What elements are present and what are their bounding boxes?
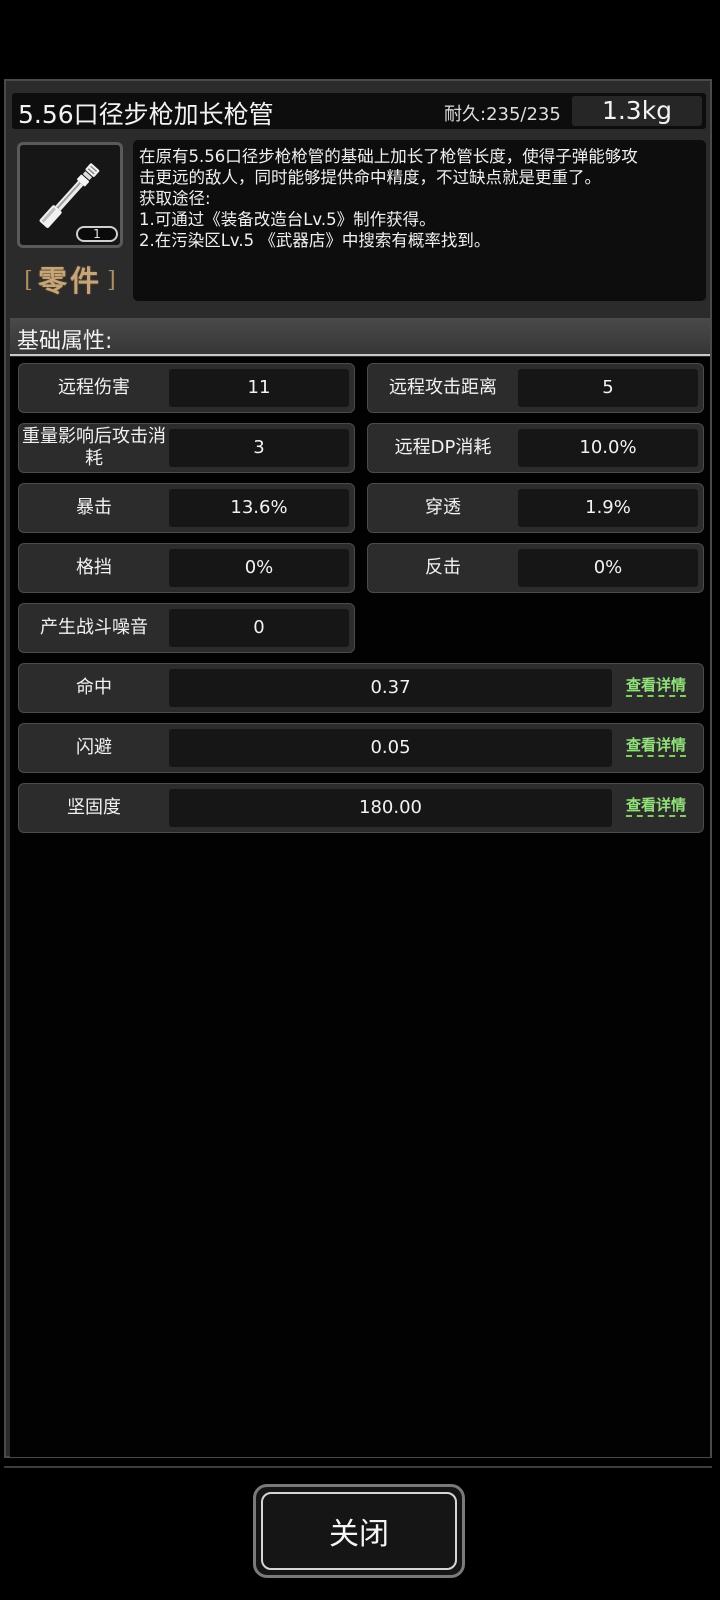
type-bracket-right: ] bbox=[107, 268, 116, 293]
stat-value: 1.9% bbox=[518, 489, 698, 527]
section-title: 基础属性: bbox=[17, 329, 113, 354]
view-details-link-accuracy[interactable]: 查看详情 bbox=[626, 676, 687, 697]
stat-label: 命中 bbox=[76, 677, 112, 698]
stat-evasion: 闪避 0.05 查看详情 bbox=[18, 723, 704, 773]
stat-value: 0.37 bbox=[169, 669, 612, 707]
stat-ranged-dp-cost: 远程DP消耗 10.0% bbox=[367, 423, 704, 473]
stat-critical: 暴击 13.6% bbox=[18, 483, 355, 533]
stat-counter: 反击 0% bbox=[367, 543, 704, 593]
stat-combat-noise: 产生战斗噪音 0 bbox=[18, 603, 355, 653]
stat-label: 坚固度 bbox=[67, 797, 121, 818]
stat-label: 反击 bbox=[425, 557, 461, 578]
item-type-label: [ 零件 ] bbox=[12, 258, 128, 300]
stat-value: 10.0% bbox=[518, 429, 698, 467]
stat-label: 暴击 bbox=[76, 497, 112, 518]
item-type-text: 零件 bbox=[37, 264, 102, 298]
attribute-list[interactable]: 远程伤害 11 远程攻击距离 5 重量影响后攻击消耗 3 远程DP消耗 10.0… bbox=[10, 357, 710, 1457]
stat-label: 重量影响后攻击消耗 bbox=[22, 426, 166, 469]
item-title-bar: 5.56口径步枪加长枪管 耐久:235/235 1.3kg bbox=[12, 93, 706, 129]
stat-label: 远程伤害 bbox=[58, 377, 130, 398]
item-description: 在原有5.56口径步枪枪管的基础上加长了枪管长度，使得子弹能够攻 击更远的敌人，… bbox=[133, 140, 706, 301]
close-button[interactable]: 关闭 bbox=[253, 1484, 465, 1578]
description-line: 在原有5.56口径步枪枪管的基础上加长了枪管长度，使得子弹能够攻 bbox=[139, 147, 638, 166]
stat-value: 3 bbox=[169, 429, 349, 467]
item-count-badge: 1 bbox=[76, 226, 118, 242]
stat-value: 0% bbox=[518, 549, 698, 587]
view-details-link-sturdiness[interactable]: 查看详情 bbox=[626, 796, 687, 817]
item-image-frame: 1 bbox=[17, 142, 123, 248]
footer-divider bbox=[4, 1466, 712, 1468]
stat-sturdiness: 坚固度 180.00 查看详情 bbox=[18, 783, 704, 833]
description-line: 获取途径: bbox=[139, 189, 211, 208]
weight-value: 1.3kg bbox=[572, 96, 702, 126]
stat-value: 13.6% bbox=[169, 489, 349, 527]
stat-label: 格挡 bbox=[76, 557, 112, 578]
durability-label: 耐久:235/235 bbox=[444, 104, 561, 125]
description-line: 击更远的敌人，同时能够提供命中精度，不过缺点就是更重了。 bbox=[139, 168, 601, 187]
stat-accuracy: 命中 0.37 查看详情 bbox=[18, 663, 704, 713]
stat-value: 180.00 bbox=[169, 789, 612, 827]
description-line: 2.在污染区Lv.5 《武器店》中搜索有概率找到。 bbox=[139, 231, 491, 250]
stat-ranged-damage: 远程伤害 11 bbox=[18, 363, 355, 413]
stat-label: 远程DP消耗 bbox=[394, 437, 492, 458]
item-name: 5.56口径步枪加长枪管 bbox=[18, 100, 274, 129]
stat-weight-attack-cost: 重量影响后攻击消耗 3 bbox=[18, 423, 355, 473]
view-details-link-evasion[interactable]: 查看详情 bbox=[626, 736, 687, 757]
stat-label: 产生战斗噪音 bbox=[40, 617, 148, 638]
stat-value: 11 bbox=[169, 369, 349, 407]
stat-value: 0.05 bbox=[169, 729, 612, 767]
basic-attributes-header: 基础属性: bbox=[10, 318, 710, 356]
stat-ranged-range: 远程攻击距离 5 bbox=[367, 363, 704, 413]
stat-label: 远程攻击距离 bbox=[389, 377, 497, 398]
stat-value: 0% bbox=[169, 549, 349, 587]
stat-value: 5 bbox=[518, 369, 698, 407]
type-bracket-left: [ bbox=[24, 268, 33, 293]
stat-label: 穿透 bbox=[425, 497, 461, 518]
stat-penetration: 穿透 1.9% bbox=[367, 483, 704, 533]
close-button-label: 关闭 bbox=[261, 1492, 457, 1570]
description-line: 1.可通过《装备改造台Lv.5》制作获得。 bbox=[139, 210, 436, 229]
stat-block: 格挡 0% bbox=[18, 543, 355, 593]
stat-label: 闪避 bbox=[76, 737, 112, 758]
stat-value: 0 bbox=[169, 609, 349, 647]
